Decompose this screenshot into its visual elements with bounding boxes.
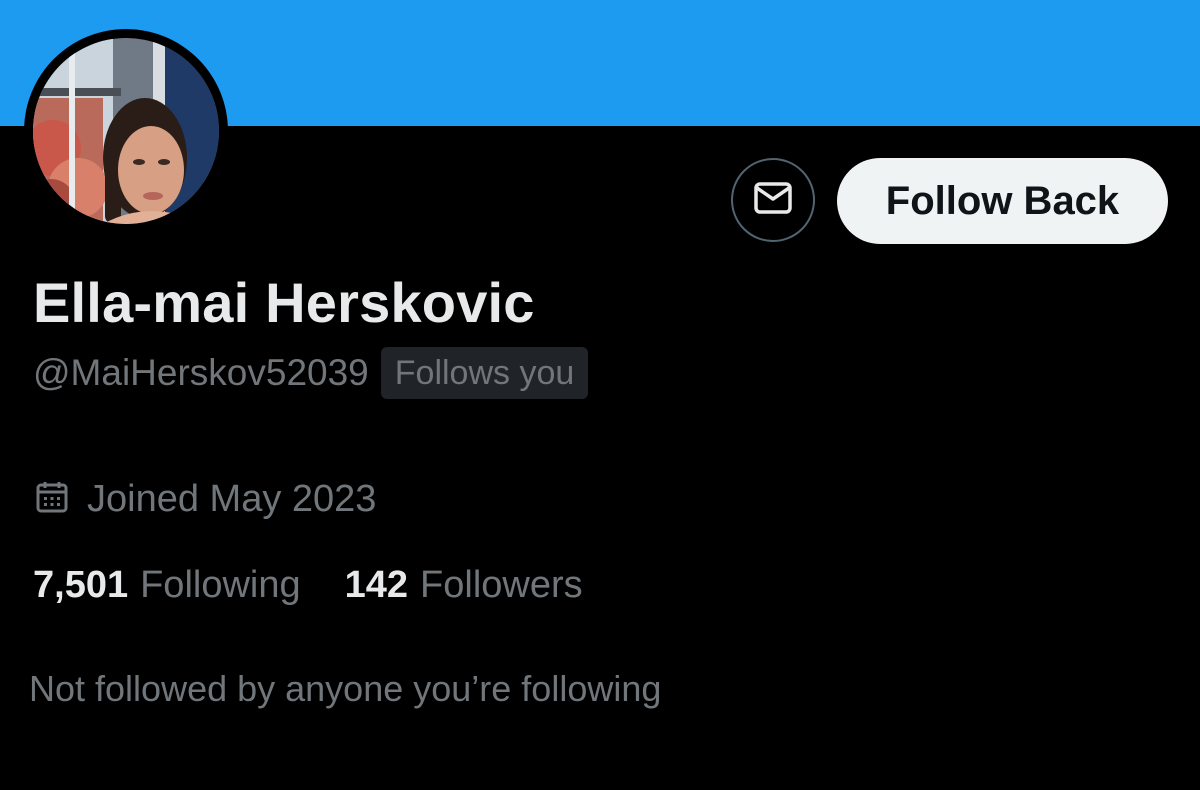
following-count: 7,501 [33, 563, 129, 606]
profile-tabs-partial [0, 776, 1200, 790]
following-label: Following [140, 563, 301, 606]
followers-link[interactable]: 142 Followers [345, 564, 583, 607]
profile-handle: @MaiHerskov52039 [33, 352, 369, 393]
followers-count: 142 [344, 563, 409, 606]
follows-you-badge: Follows you [380, 347, 589, 399]
calendar-icon [35, 480, 69, 519]
joined-date: Joined May 2023 [87, 477, 377, 520]
mutual-followers-note: Not followed by anyone you’re following [29, 668, 662, 709]
display-name: Ella-mai Herskovic [33, 271, 535, 334]
handle-row: @MaiHerskov52039 Follows you [33, 347, 589, 399]
message-button[interactable] [731, 158, 815, 242]
follow-stats: 7,501 Following 142 Followers [33, 560, 583, 610]
profile-avatar[interactable] [24, 29, 228, 233]
profile-page: Follow Back Ella-mai Herskovic @MaiHersk… [0, 0, 1200, 790]
envelope-icon [753, 181, 793, 220]
followers-label: Followers [420, 563, 583, 606]
follow-back-button[interactable]: Follow Back [837, 158, 1168, 244]
following-link[interactable]: 7,501 Following [33, 564, 301, 607]
joined-row: Joined May 2023 [35, 474, 376, 524]
avatar-photo [33, 38, 219, 224]
